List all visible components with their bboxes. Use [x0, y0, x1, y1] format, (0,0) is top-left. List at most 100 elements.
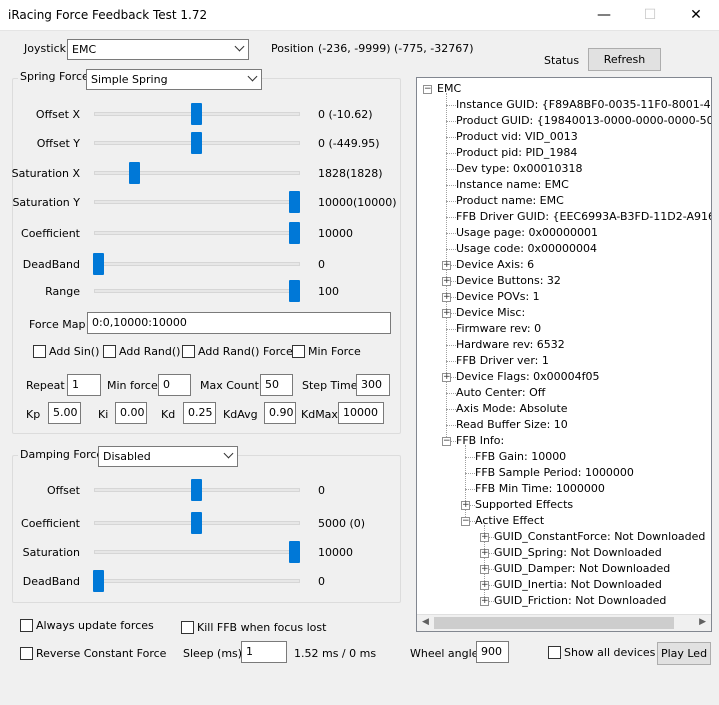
joystick-select[interactable]: EMC: [67, 39, 249, 60]
expand-icon[interactable]: +: [442, 373, 451, 382]
ki-input[interactable]: 0.00: [115, 402, 147, 424]
spring-slider-thumb[interactable]: [128, 162, 140, 184]
always-update-checkbox[interactable]: Always update forces: [20, 619, 154, 632]
expand-icon[interactable]: +: [480, 565, 489, 574]
expand-icon[interactable]: +: [480, 533, 489, 542]
spring-slider-thumb[interactable]: [289, 191, 300, 213]
tree-node-label: Auto Center: Off: [456, 386, 546, 399]
min-force-input[interactable]: 0: [158, 374, 191, 396]
spring-force-label: Spring Force: [18, 70, 91, 83]
maximize-button[interactable]: ☐: [627, 0, 673, 30]
damping-slider-label: Offset: [46, 484, 80, 497]
kd-input[interactable]: 0.25: [183, 402, 216, 424]
tree-node-label: Device Flags: 0x00004f05: [456, 370, 600, 383]
damping-slider-thumb[interactable]: [191, 512, 202, 534]
damping-slider-track[interactable]: [94, 550, 300, 554]
close-button[interactable]: ✕: [673, 0, 719, 30]
spring-slider-track[interactable]: [94, 262, 300, 266]
tree-node-label: Firmware rev: 0: [456, 322, 542, 335]
kdmax-input[interactable]: 10000: [338, 402, 384, 424]
damping-force-label: Damping Force: [18, 448, 106, 461]
add-rand-checkbox[interactable]: Add Rand(): [103, 345, 180, 358]
min-force-checkbox[interactable]: Min Force: [292, 345, 361, 358]
repeat-input[interactable]: 1: [67, 374, 101, 396]
damping-slider-thumb[interactable]: [289, 541, 300, 563]
tree-connector: [446, 233, 456, 234]
expand-icon[interactable]: +: [480, 581, 489, 590]
spring-slider-thumb[interactable]: [93, 253, 104, 275]
collapse-icon[interactable]: −: [461, 517, 470, 526]
tree-connector: [446, 137, 456, 138]
spring-mode-select[interactable]: Simple Spring: [86, 69, 262, 90]
tree-node-label: Device POVs: 1: [456, 290, 540, 303]
refresh-button[interactable]: Refresh: [588, 48, 661, 71]
sleep-input[interactable]: 1: [241, 641, 287, 663]
spring-slider-value: 10000: [318, 227, 353, 240]
repeat-label: Repeat: [26, 379, 65, 392]
tree-horizontal-scrollbar[interactable]: ◀ ▶: [417, 614, 711, 631]
expand-icon[interactable]: +: [480, 549, 489, 558]
kill-ffb-checkbox[interactable]: Kill FFB when focus lost: [181, 621, 326, 634]
damping-slider-thumb[interactable]: [191, 479, 202, 501]
damping-slider-label: Saturation: [22, 546, 80, 559]
tree-node-label: Product vid: VID_0013: [456, 130, 578, 143]
kp-input[interactable]: 5.00: [48, 402, 81, 424]
checkbox-box: [20, 647, 33, 660]
device-tree[interactable]: − EMC Instance GUID: {F89A8BF0-0035-11F0-8…: [416, 77, 712, 632]
scroll-right-icon[interactable]: ▶: [699, 617, 706, 627]
kdavg-label: KdAvg: [223, 408, 258, 421]
tree-connector: [446, 361, 456, 362]
tree-connector: [446, 105, 456, 106]
expand-icon[interactable]: +: [442, 261, 451, 270]
chevron-down-icon: [223, 448, 234, 459]
damping-slider-thumb[interactable]: [93, 570, 104, 592]
expand-icon[interactable]: +: [480, 597, 489, 606]
damping-slider-track[interactable]: [94, 579, 300, 583]
tree-node-label: FFB Driver GUID: {EEC6993A-B3FD-11D2-A91…: [456, 210, 711, 223]
spring-slider-track[interactable]: [94, 231, 300, 235]
reverse-constant-checkbox[interactable]: Reverse Constant Force: [20, 647, 166, 660]
force-map-input[interactable]: 0:0,10000:10000: [87, 312, 391, 334]
tree-connector: [446, 329, 456, 330]
spring-slider-thumb[interactable]: [289, 280, 300, 302]
tree-node-label: Hardware rev: 6532: [456, 338, 565, 351]
play-led-button[interactable]: Play Led: [657, 642, 711, 665]
spring-slider-value: 0 (-449.95): [318, 137, 380, 150]
spring-slider-track[interactable]: [94, 289, 300, 293]
damping-slider-value: 5000 (0): [318, 517, 366, 530]
wheel-angle-input[interactable]: 900: [476, 641, 509, 663]
spring-slider-thumb[interactable]: [289, 222, 300, 244]
collapse-icon[interactable]: −: [423, 85, 432, 94]
damping-mode-select[interactable]: Disabled: [98, 446, 238, 467]
chevron-down-icon: [234, 41, 245, 52]
spring-slider-value: 10000(10000): [318, 196, 397, 209]
spring-slider-thumb[interactable]: [191, 103, 202, 125]
kdavg-input[interactable]: 0.90: [264, 402, 296, 424]
scroll-left-icon[interactable]: ◀: [422, 617, 429, 627]
collapse-icon[interactable]: −: [442, 437, 451, 446]
add-rand-force-checkbox[interactable]: Add Rand() Force: [182, 345, 293, 358]
tree-connector: [465, 473, 475, 474]
step-time-input[interactable]: 300: [356, 374, 390, 396]
expand-icon[interactable]: +: [442, 277, 451, 286]
add-sin-checkbox[interactable]: Add Sin(): [33, 345, 99, 358]
tree-node-label: Product pid: PID_1984: [456, 146, 578, 159]
tree-node-label: Usage page: 0x00000001: [456, 226, 598, 239]
force-map-label: Force Map: [29, 318, 86, 331]
checkbox-box: [548, 646, 561, 659]
tree-node-label: Dev type: 0x00010318: [456, 162, 583, 175]
max-count-input[interactable]: 50: [260, 374, 293, 396]
tree-node-label: GUID_Friction: Not Downloaded: [494, 594, 667, 607]
status-label: Status: [544, 54, 580, 67]
scrollbar-thumb[interactable]: [434, 617, 674, 629]
expand-icon[interactable]: +: [461, 501, 470, 510]
spring-slider-thumb[interactable]: [191, 132, 202, 154]
expand-icon[interactable]: +: [442, 309, 451, 318]
show-all-devices-checkbox[interactable]: Show all devices: [548, 646, 655, 659]
expand-icon[interactable]: +: [442, 293, 451, 302]
tree-node-label: GUID_Spring: Not Downloaded: [494, 546, 662, 559]
spring-slider-track[interactable]: [94, 171, 300, 175]
spring-slider-track[interactable]: [94, 200, 300, 204]
minimize-button[interactable]: —: [581, 0, 627, 30]
reverse-constant-label: Reverse Constant Force: [36, 647, 167, 660]
